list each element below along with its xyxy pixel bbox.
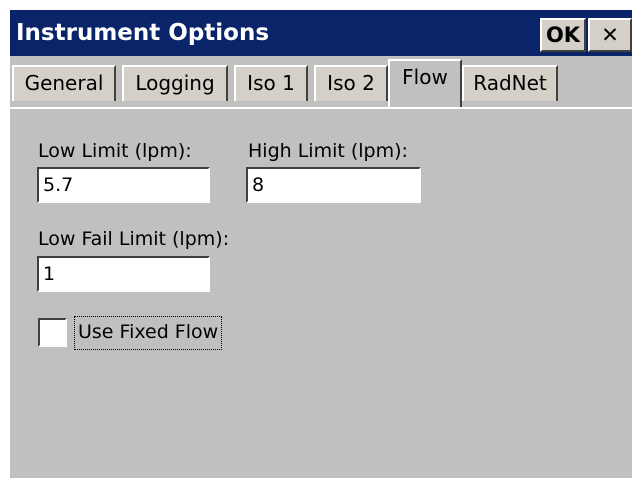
tab-flow[interactable]: Flow — [388, 59, 462, 108]
tab-iso-2[interactable]: Iso 2 — [314, 65, 388, 101]
window-title: Instrument Options — [16, 20, 270, 46]
low-limit-input[interactable] — [37, 167, 210, 203]
tab-iso-1[interactable]: Iso 1 — [234, 65, 308, 101]
tab-general[interactable]: General — [12, 65, 116, 101]
tab-radnet[interactable]: RadNet — [462, 65, 558, 101]
low-limit-label: Low Limit (lpm): — [38, 140, 192, 162]
tab-logging[interactable]: Logging — [122, 65, 228, 101]
ok-button[interactable]: OK — [540, 18, 586, 52]
use-fixed-flow-checkbox[interactable] — [38, 318, 67, 347]
close-icon: ✕ — [601, 23, 619, 47]
close-button[interactable]: ✕ — [588, 18, 632, 52]
instrument-options-window: Instrument Options OK ✕ General Logging … — [0, 0, 632, 478]
low-fail-limit-label: Low Fail Limit (lpm): — [38, 228, 230, 250]
high-limit-label: High Limit (lpm): — [248, 140, 408, 162]
tab-strip: General Logging Iso 1 Iso 2 Flow RadNet — [10, 56, 632, 108]
low-fail-limit-input[interactable] — [37, 256, 210, 292]
high-limit-input[interactable] — [246, 167, 421, 203]
flow-tab-panel: Low Limit (lpm): High Limit (lpm): Low F… — [10, 109, 632, 478]
title-bar: Instrument Options OK ✕ — [10, 10, 632, 56]
use-fixed-flow-label[interactable]: Use Fixed Flow — [74, 316, 223, 350]
